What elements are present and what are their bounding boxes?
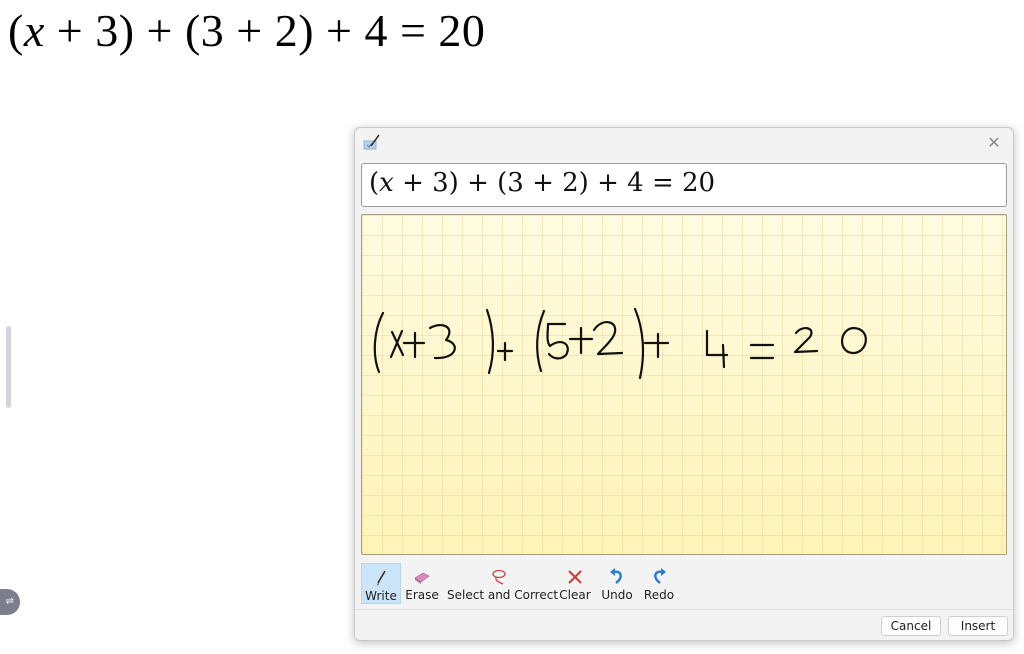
- equation-open-paren: (: [8, 5, 24, 56]
- clear-button[interactable]: Clear: [557, 563, 593, 604]
- undo-icon: [610, 568, 622, 584]
- close-button[interactable]: ✕: [983, 132, 1005, 154]
- erase-label: Erase: [405, 588, 439, 602]
- eraser-icon: [414, 572, 430, 584]
- x-icon: [568, 570, 582, 584]
- ink-five: [546, 322, 569, 360]
- left-scrollbar[interactable]: [6, 326, 11, 408]
- ink-zero: [841, 326, 867, 355]
- recognized-preview: (x + 3) + (3 + 2) + 4 = 20: [361, 163, 1007, 207]
- ink-open-paren-1: [373, 311, 385, 374]
- cancel-button[interactable]: Cancel: [881, 616, 941, 636]
- write-button[interactable]: Write: [361, 563, 401, 604]
- writing-canvas[interactable]: [361, 214, 1007, 555]
- equation-variable: x: [23, 5, 45, 56]
- write-label: Write: [365, 589, 397, 603]
- preview-rest: + 3) + (3 + 2) + 4 = 20: [393, 168, 716, 198]
- document-equation: (x + 3) + (3 + 2) + 4 = 20: [8, 4, 485, 57]
- preview-variable: x: [379, 168, 394, 198]
- close-icon: ✕: [987, 133, 1001, 152]
- ink-open-paren-2: [536, 309, 546, 373]
- handwritten-ink: [373, 307, 867, 380]
- recognized-equation: (x + 3) + (3 + 2) + 4 = 20: [369, 168, 715, 198]
- dialog-footer: Cancel Insert: [355, 609, 1013, 640]
- erase-button[interactable]: Erase: [403, 563, 441, 604]
- undo-label: Undo: [601, 588, 633, 602]
- title-bar[interactable]: ✕: [355, 128, 1013, 158]
- redo-icon: [654, 568, 666, 584]
- redo-label: Redo: [643, 588, 675, 602]
- ink-two: [592, 321, 624, 356]
- side-toggle-button[interactable]: ⇌: [0, 589, 20, 615]
- insert-button[interactable]: Insert: [948, 616, 1008, 636]
- ink-two-b: [793, 327, 819, 354]
- lasso-icon: [492, 569, 506, 585]
- ink-close-paren-2: [633, 307, 645, 380]
- clear-label: Clear: [559, 588, 591, 602]
- swap-arrows-icon: ⇌: [5, 596, 14, 607]
- ink-three: [428, 323, 456, 360]
- preview-open-paren: (: [369, 168, 380, 198]
- redo-button[interactable]: Redo: [641, 563, 677, 604]
- undo-button[interactable]: Undo: [599, 563, 635, 604]
- math-input-panel: ✕ (x + 3) + (3 + 2) + 4 = 20 Write Erase…: [354, 127, 1014, 641]
- pen-icon: [377, 570, 386, 586]
- equation-rest: + 3) + (3 + 2) + 4 = 20: [44, 5, 486, 56]
- toolbar: Write Erase Select and Correct Clear Und…: [361, 563, 1007, 605]
- math-input-panel-icon: [363, 134, 380, 150]
- select-and-correct-label: Select and Correct: [447, 588, 559, 602]
- select-and-correct-button[interactable]: Select and Correct: [447, 563, 559, 604]
- ink-four: [705, 329, 729, 369]
- ink-close-paren-1: [485, 308, 495, 375]
